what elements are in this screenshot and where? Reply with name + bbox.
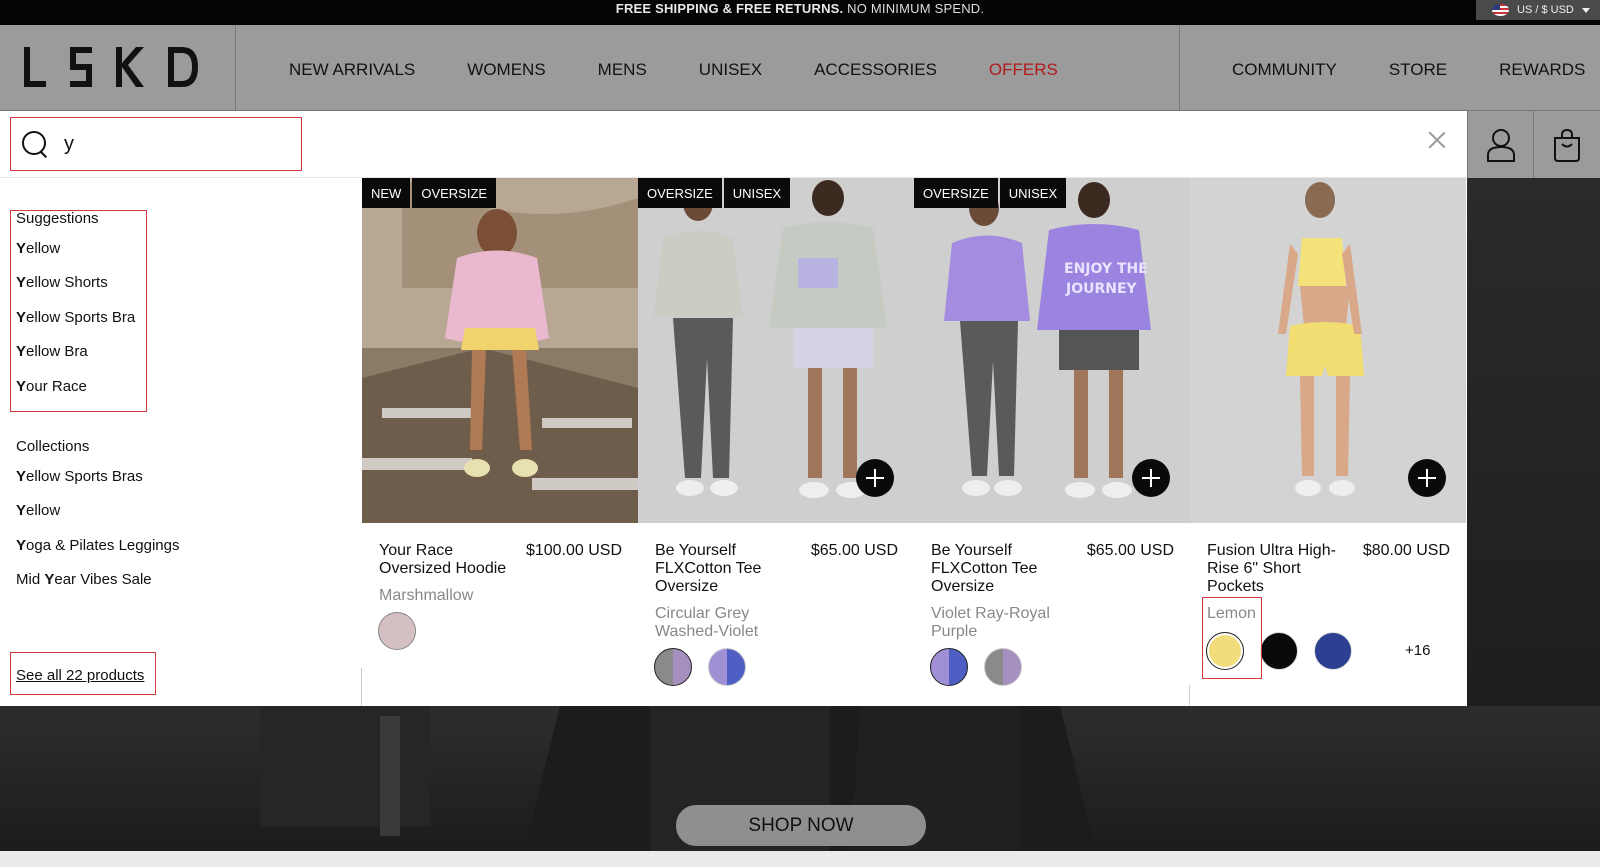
nav-store[interactable]: STORE [1389,60,1447,80]
nav-accessories[interactable]: ACCESSORIES [814,60,937,80]
nav-unisex[interactable]: UNISEX [699,60,762,80]
add-to-cart-plus-icon[interactable] [1408,459,1446,497]
nav-community[interactable]: COMMUNITY [1232,60,1337,80]
nav-rewards[interactable]: REWARDS [1499,60,1585,80]
badge-oversize: OVERSIZE [914,178,998,208]
product-card[interactable]: ENJOY THE JOURNEY OVERSIZE UNISEX Be You… [914,178,1190,706]
us-flag-icon [1492,4,1509,16]
product-photo [362,178,638,523]
close-icon[interactable] [1428,131,1446,149]
suggestion-item[interactable]: Yellow Bra [16,343,88,360]
search-field-container[interactable] [10,117,302,171]
badge-oversize: OVERSIZE [638,178,722,208]
lskd-logo-icon [24,47,198,87]
search-suggestions-column: Suggestions Yellow Yellow Shorts Yellow … [0,178,362,706]
suggestion-item[interactable]: Your Race [16,378,87,395]
suggestion-item[interactable]: Yellow Shorts [16,274,108,291]
see-all-products-link[interactable]: See all 22 products [16,667,144,684]
color-swatch-grey-violet[interactable] [654,648,692,686]
collection-item[interactable]: Yellow [16,502,60,519]
color-swatch-grey-violet[interactable] [984,648,1022,686]
svg-text:JOURNEY: JOURNEY [1065,281,1138,297]
product-badges: OVERSIZE UNISEX [914,178,1068,208]
footer-strip [0,851,1600,867]
add-to-cart-plus-icon[interactable] [856,459,894,497]
color-swatch-navy[interactable] [1314,632,1352,670]
product-card[interactable]: OVERSIZE UNISEX Be Yourself FLXCotton Te… [638,178,914,706]
badge-unisex: UNISEX [723,178,791,208]
product-image[interactable]: ENJOY THE JOURNEY OVERSIZE UNISEX [914,178,1190,523]
product-badges: OVERSIZE UNISEX [638,178,792,208]
logo-container[interactable] [0,25,236,111]
color-swatch-violet-blue[interactable] [930,648,968,686]
badge-unisex: UNISEX [999,178,1067,208]
account-button[interactable] [1467,111,1533,178]
chevron-down-icon [1581,7,1590,13]
collection-item[interactable]: Yellow Sports Bras [16,468,143,485]
suggestion-item[interactable]: Yellow [16,240,60,257]
product-name[interactable]: Fusion Ultra High-Rise 6" Short Pockets [1207,542,1347,596]
product-color-name: Marshmallow [379,587,474,604]
product-name[interactable]: Your Race Oversized Hoodie [379,542,519,578]
search-bar [0,111,1467,178]
search-input[interactable] [64,132,284,156]
account-cart-strip [1467,111,1600,178]
announcement-bar: FREE SHIPPING & FREE RETURNS. NO MINIMUM… [0,0,1600,25]
product-price: $65.00 USD [1086,542,1174,559]
add-to-cart-plus-icon[interactable] [1132,459,1170,497]
color-swatch-black[interactable] [1260,632,1298,670]
product-name[interactable]: Be Yourself FLXCotton Tee Oversize [655,542,795,596]
product-card[interactable]: NEW OVERSIZE Your Race Oversized Hoodie … [362,178,638,706]
more-colors-count[interactable]: +16 [1405,642,1430,659]
column-divider [1189,685,1190,705]
main-nav: NEW ARRIVALS WOMENS MENS UNISEX ACCESSOR… [289,60,1110,80]
cart-button[interactable] [1533,111,1599,178]
collections-heading: Collections [16,438,90,455]
product-badges: NEW OVERSIZE [362,178,498,208]
color-swatch-marshmallow[interactable] [378,612,416,650]
site-header: NEW ARRIVALS WOMENS MENS UNISEX ACCESSOR… [0,25,1600,111]
product-name[interactable]: Be Yourself FLXCotton Tee Oversize [931,542,1071,596]
shop-now-button[interactable]: SHOP NOW [676,805,926,846]
product-price: $65.00 USD [810,542,898,559]
bag-icon [1553,128,1580,162]
collection-item[interactable]: Mid Year Vibes Sale [16,571,152,588]
product-color-name: Circular Grey Washed-Violet [655,605,759,640]
collection-item[interactable]: Yoga & Pilates Leggings [16,537,179,554]
color-swatch-violet-blue[interactable] [708,648,746,686]
product-image[interactable] [1190,178,1466,523]
product-price: $80.00 USD [1362,542,1450,559]
search-icon [20,129,50,159]
announcement-text: FREE SHIPPING & FREE RETURNS. NO MINIMUM… [615,1,985,16]
lemon-swatch-highlight [1202,597,1262,679]
product-price: $100.00 USD [525,542,622,559]
user-icon [1486,128,1515,162]
locale-label: US / $ USD [1517,4,1574,16]
nav-mens[interactable]: MENS [598,60,647,80]
locale-selector[interactable]: US / $ USD [1476,0,1600,20]
suggestions-heading: Suggestions [16,210,99,227]
product-color-name: Violet Ray-Royal Purple [931,605,1050,640]
badge-oversize: OVERSIZE [412,178,497,208]
product-image[interactable]: NEW OVERSIZE [362,178,638,523]
product-image[interactable]: OVERSIZE UNISEX [638,178,914,523]
suggestion-item[interactable]: Yellow Sports Bra [16,309,135,326]
hero-background-right [1467,178,1600,706]
nav-offers[interactable]: OFFERS [989,60,1058,80]
brand-logo[interactable] [22,45,202,100]
badge-new: NEW [362,178,411,208]
secondary-nav: COMMUNITY STORE REWARDS [1232,60,1600,80]
svg-text:ENJOY THE: ENJOY THE [1064,261,1148,277]
nav-new-arrivals[interactable]: NEW ARRIVALS [289,60,415,80]
nav-womens[interactable]: WOMENS [467,60,545,80]
